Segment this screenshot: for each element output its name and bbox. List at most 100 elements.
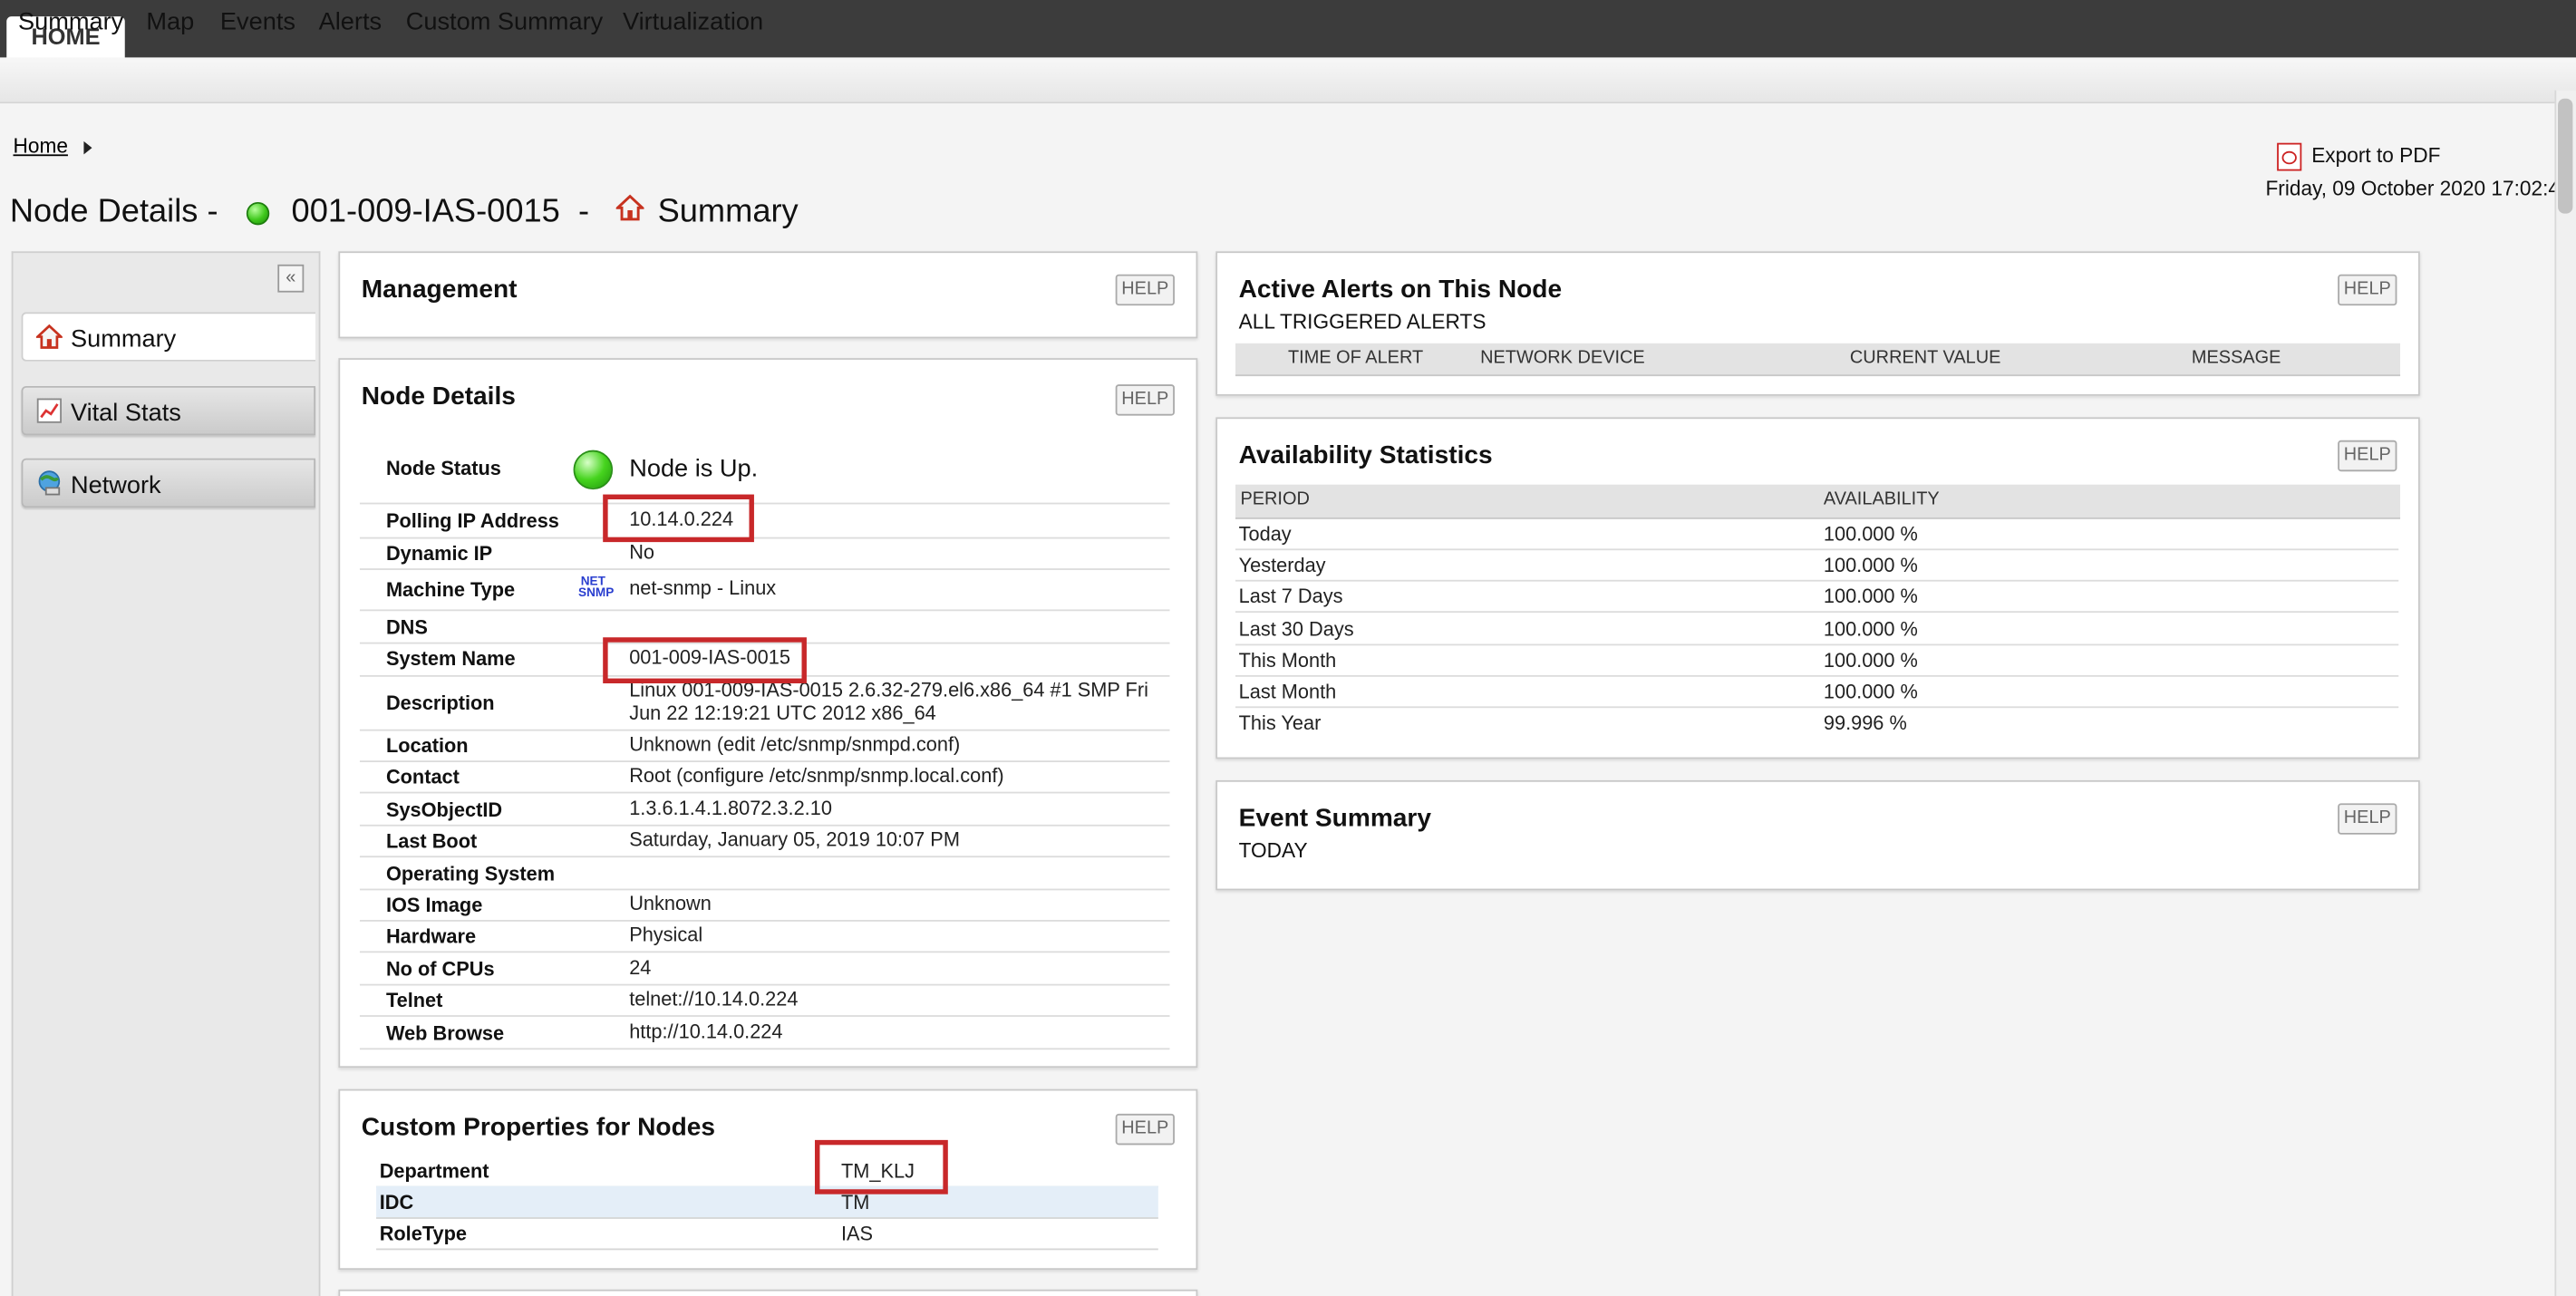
page-title-prefix: Node Details -: [9, 194, 228, 231]
menu-summary[interactable]: Summary: [18, 8, 123, 36]
active-alerts-help-button[interactable]: HELP: [2338, 274, 2397, 306]
availability-cell: 100.000 %: [1823, 522, 1918, 546]
sidebar-tab-summary[interactable]: Summary: [21, 312, 315, 362]
active-alerts-title: Active Alerts on This Node: [1238, 276, 1563, 305]
event-summary-title: Event Summary: [1238, 805, 1431, 833]
top-bar: [0, 0, 2576, 58]
row-label: Description: [385, 692, 495, 715]
row-label: Polling IP Address: [385, 508, 559, 533]
network-globe-icon: [36, 463, 63, 496]
pdf-icon: [2277, 142, 2302, 171]
table-row: Location Unknown (edit /etc/snmp/snmpd.c…: [359, 730, 1170, 762]
scrollbar-thumb[interactable]: [2558, 98, 2573, 214]
menu-virtualization[interactable]: Virtualization: [623, 8, 763, 36]
active-alerts-panel: Active Alerts on This Node ALL TRIGGERED…: [1215, 251, 2420, 396]
row-label: Last Boot: [385, 829, 478, 853]
row-value: Physical: [629, 923, 703, 946]
export-to-pdf-link[interactable]: Export to PDF: [2277, 142, 2440, 171]
table-row: Last Month 100.000 %: [1235, 675, 2399, 709]
sidebar-tab-label: Vital Stats: [70, 399, 181, 428]
event-summary-subtitle: TODAY: [1238, 839, 1308, 863]
table-row: IDC TM: [376, 1185, 1158, 1219]
node-details-title: Node Details: [361, 382, 516, 411]
table-row: Polling IP Address 10.14.0.224: [359, 504, 1170, 539]
table-row: Hardware Physical: [359, 920, 1170, 953]
column-header: NETWORK DEVICE: [1480, 348, 1645, 368]
row-label: Dynamic IP: [385, 542, 493, 566]
page-title-node: 001-009-IAS-0015: [291, 194, 560, 231]
web-browse-link[interactable]: http://10.14.0.224: [629, 1020, 1155, 1043]
highlight-box-department: [815, 1139, 948, 1194]
row-label: DNS: [385, 615, 428, 640]
row-label: Web Browse: [385, 1021, 505, 1045]
row-label: SysObjectID: [385, 798, 503, 822]
table-row: Web Browse http://10.14.0.224: [359, 1015, 1170, 1050]
sidebar-tab-label: Network: [70, 471, 161, 499]
availability-cell: 100.000 %: [1823, 648, 1918, 672]
next-panel: [338, 1289, 1198, 1296]
management-help-button[interactable]: HELP: [1115, 274, 1175, 306]
node-status-row: Node Status Node is Up.: [359, 440, 1170, 505]
row-value: TM: [841, 1191, 870, 1214]
row-label: RoleType: [379, 1222, 467, 1245]
table-row: Last 30 Days 100.000 %: [1235, 613, 2399, 646]
row-value: IAS: [841, 1222, 874, 1245]
event-summary-help-button[interactable]: HELP: [2338, 803, 2397, 835]
page-title-sep: -: [568, 194, 599, 231]
table-row: Last 7 Days 100.000 %: [1235, 580, 2399, 614]
menu-map[interactable]: Map: [146, 8, 194, 36]
highlight-box-system-name: [603, 637, 807, 683]
table-row: Department TM_KLJ: [376, 1155, 1158, 1188]
row-label: System Name: [385, 647, 516, 671]
row-label: Operating System: [385, 862, 556, 885]
period-cell: Last 7 Days: [1238, 585, 1343, 608]
page-title: Node Details - 001-009-IAS-0015 - Summar…: [10, 194, 799, 232]
row-label: Location: [385, 734, 469, 758]
custom-properties-help-button[interactable]: HELP: [1115, 1113, 1175, 1146]
row-label: No of CPUs: [385, 957, 495, 982]
node-status-icon: [246, 201, 269, 225]
breadcrumb-home-link[interactable]: Home: [14, 135, 68, 158]
table-row: This Year 99.996 %: [1235, 706, 2398, 737]
telnet-link[interactable]: telnet://10.14.0.224: [629, 988, 1155, 1011]
column-header: TIME OF ALERT: [1288, 348, 1424, 368]
period-cell: This Month: [1238, 648, 1337, 672]
management-title: Management: [361, 276, 518, 305]
period-cell: Today: [1238, 522, 1292, 546]
netsnmp-icon: NET SNMP: [578, 573, 615, 600]
availability-table-header: [1235, 484, 2401, 519]
period-cell: This Year: [1238, 711, 1322, 735]
row-label: Department: [379, 1159, 489, 1183]
row-label: Hardware: [385, 924, 477, 948]
row-value: Root (configure /etc/snmp/snmp.local.con…: [629, 763, 1004, 788]
custom-properties-title: Custom Properties for Nodes: [361, 1113, 716, 1142]
period-cell: Last Month: [1238, 680, 1337, 703]
breadcrumb-arrow-icon[interactable]: [83, 140, 92, 155]
availability-cell: 100.000 %: [1823, 680, 1918, 703]
table-row: Contact Root (configure /etc/snmp/snmp.l…: [359, 760, 1170, 794]
menu-alerts[interactable]: Alerts: [319, 8, 382, 36]
sidebar-tab-vital-stats[interactable]: Vital Stats: [21, 385, 315, 436]
menu-custom-summary[interactable]: Custom Summary: [406, 8, 604, 36]
row-label: Machine Type: [385, 578, 516, 602]
availability-help-button[interactable]: HELP: [2338, 440, 2397, 472]
table-row: Operating System: [359, 856, 1170, 891]
sidebar-tab-network[interactable]: Network: [21, 458, 315, 508]
node-status-value: Node is Up.: [629, 455, 759, 483]
collapse-sidebar-button[interactable]: «: [277, 264, 305, 293]
period-cell: Yesterday: [1238, 553, 1326, 577]
table-row: Yesterday 100.000 %: [1235, 548, 2399, 582]
row-label: Contact: [385, 765, 460, 788]
menu-events[interactable]: Events: [220, 8, 295, 36]
vertical-scrollbar[interactable]: [2554, 90, 2576, 1296]
table-row: Today 100.000 %: [1235, 517, 2399, 551]
availability-cell: 100.000 %: [1823, 617, 1918, 641]
current-datetime: Friday, 09 October 2020 17:02:40: [2265, 177, 2571, 201]
node-details-help-button[interactable]: HELP: [1115, 384, 1175, 416]
column-header: MESSAGE: [2191, 348, 2281, 368]
management-panel: Management HELP: [338, 251, 1198, 339]
table-row: No of CPUs 24: [359, 951, 1170, 986]
column-header: AVAILABILITY: [1823, 489, 1940, 509]
availability-cell: 99.996 %: [1823, 711, 1907, 735]
highlight-box-ip: [603, 494, 754, 543]
